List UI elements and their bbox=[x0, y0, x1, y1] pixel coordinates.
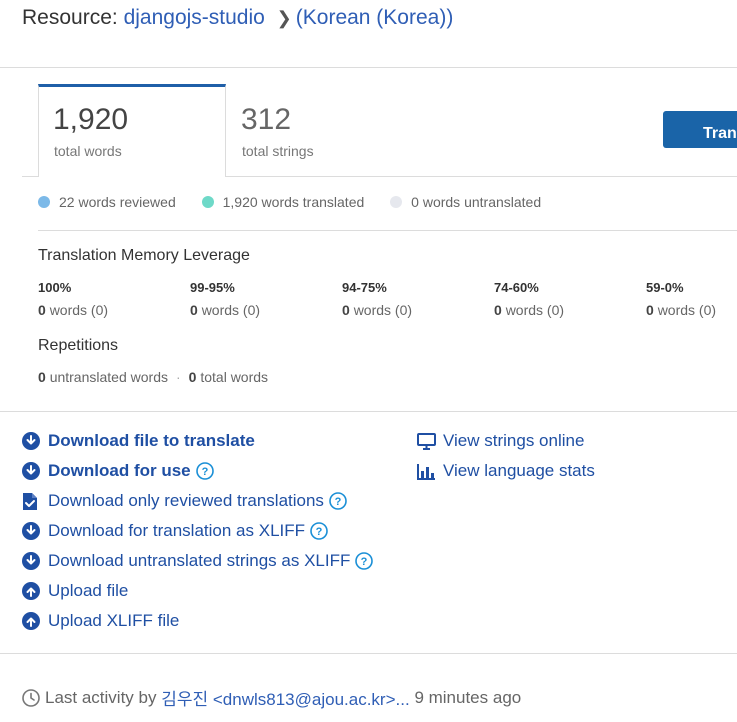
tab-underline bbox=[22, 176, 38, 177]
download-circle-icon bbox=[22, 552, 48, 570]
legend-untranslated: 0 words untranslated bbox=[390, 194, 541, 210]
last-activity-time: 9 minutes ago bbox=[414, 687, 522, 707]
tm-column: 94-75% 0 words (0) bbox=[342, 280, 413, 318]
reviewed-dot-icon bbox=[38, 196, 50, 208]
repetitions-title: Repetitions bbox=[38, 337, 119, 354]
download-circle-icon bbox=[22, 522, 48, 540]
footer-divider bbox=[0, 653, 737, 654]
clock-icon bbox=[22, 688, 40, 707]
upload-xliff-link[interactable]: Upload XLIFF file bbox=[22, 606, 373, 636]
upload-file-link[interactable]: Upload file bbox=[22, 576, 373, 606]
svg-text:?: ? bbox=[201, 466, 208, 478]
actions-right: View strings online View language stats bbox=[417, 426, 595, 486]
download-reviewed-translations-link[interactable]: Download only reviewed translations ? bbox=[22, 486, 373, 516]
actions-left: Download file to translate Download for … bbox=[22, 426, 374, 636]
help-icon[interactable]: ? bbox=[310, 522, 328, 540]
stats-tabs: 1,920 total words 312 total strings bbox=[22, 84, 737, 177]
svg-text:?: ? bbox=[316, 526, 323, 538]
download-xliff-link[interactable]: Download for translation as XLIFF ? bbox=[22, 516, 373, 546]
help-icon[interactable]: ? bbox=[195, 462, 214, 480]
download-circle-icon bbox=[22, 432, 48, 450]
tm-column: 100% 0 words (0) bbox=[38, 280, 109, 318]
resource-link[interactable]: djangojs-studio bbox=[124, 6, 265, 29]
header-divider bbox=[0, 67, 737, 68]
resource-prefix: Resource: bbox=[22, 6, 118, 29]
download-for-use-link[interactable]: Download for use ? bbox=[22, 456, 373, 486]
help-icon[interactable]: ? bbox=[329, 492, 347, 510]
last-activity: Last activity by 김우진 <dnwls813@ajou.ac.k… bbox=[22, 685, 521, 710]
view-language-stats-link[interactable]: View language stats bbox=[417, 456, 595, 486]
upload-circle-icon bbox=[22, 612, 48, 630]
bar-chart-icon bbox=[417, 463, 443, 480]
view-strings-online-link[interactable]: View strings online bbox=[417, 426, 595, 456]
tm-title: Translation Memory Leverage bbox=[38, 247, 250, 264]
help-icon[interactable]: ? bbox=[355, 552, 374, 570]
download-untranslated-xliff-link[interactable]: Download untranslated strings as XLIFF ? bbox=[22, 546, 374, 576]
progress-legend: 22 words reviewed 1,920 words translated… bbox=[38, 194, 563, 210]
chevron-right-icon: ❯ bbox=[276, 8, 292, 28]
download-file-to-translate-link[interactable]: Download file to translate bbox=[22, 426, 373, 456]
translated-dot-icon bbox=[201, 196, 214, 208]
translate-button[interactable]: Translate bbox=[663, 111, 737, 148]
repetitions-summary: 0 untranslated words · 0 total words bbox=[38, 369, 269, 385]
tm-column: 99-95% 0 words (0) bbox=[190, 280, 261, 318]
upload-circle-icon bbox=[22, 582, 48, 600]
breadcrumb: Resource: djangojs-studio ❯ (Korean (Kore… bbox=[22, 6, 453, 30]
total-strings-value[interactable]: 312 bbox=[241, 103, 291, 137]
last-activity-prefix: Last activity by bbox=[45, 687, 157, 707]
total-strings-label[interactable]: total strings bbox=[242, 143, 314, 159]
untranslated-dot-icon bbox=[390, 196, 403, 208]
monitor-icon bbox=[417, 432, 443, 450]
legend-translated: 1,920 words translated bbox=[201, 194, 364, 210]
download-circle-icon bbox=[22, 462, 48, 480]
tm-column: 74-60% 0 words (0) bbox=[494, 280, 565, 318]
last-activity-user[interactable]: 김우진 <dnwls813@ajou.ac.kr>... bbox=[161, 685, 409, 710]
tab-underline bbox=[226, 176, 737, 177]
total-words-value: 1,920 bbox=[53, 103, 129, 136]
actions-divider bbox=[0, 411, 737, 412]
legend-divider bbox=[38, 230, 737, 231]
legend-reviewed: 22 words reviewed bbox=[38, 194, 176, 210]
total-words-label: total words bbox=[54, 143, 122, 159]
language-link[interactable]: (Korean (Korea)) bbox=[296, 6, 454, 29]
svg-text:?: ? bbox=[335, 496, 342, 508]
svg-text:?: ? bbox=[361, 556, 368, 568]
dot-separator: · bbox=[175, 369, 181, 385]
tm-column: 59-0% 0 words (0) bbox=[646, 280, 717, 318]
file-check-icon bbox=[22, 492, 48, 511]
